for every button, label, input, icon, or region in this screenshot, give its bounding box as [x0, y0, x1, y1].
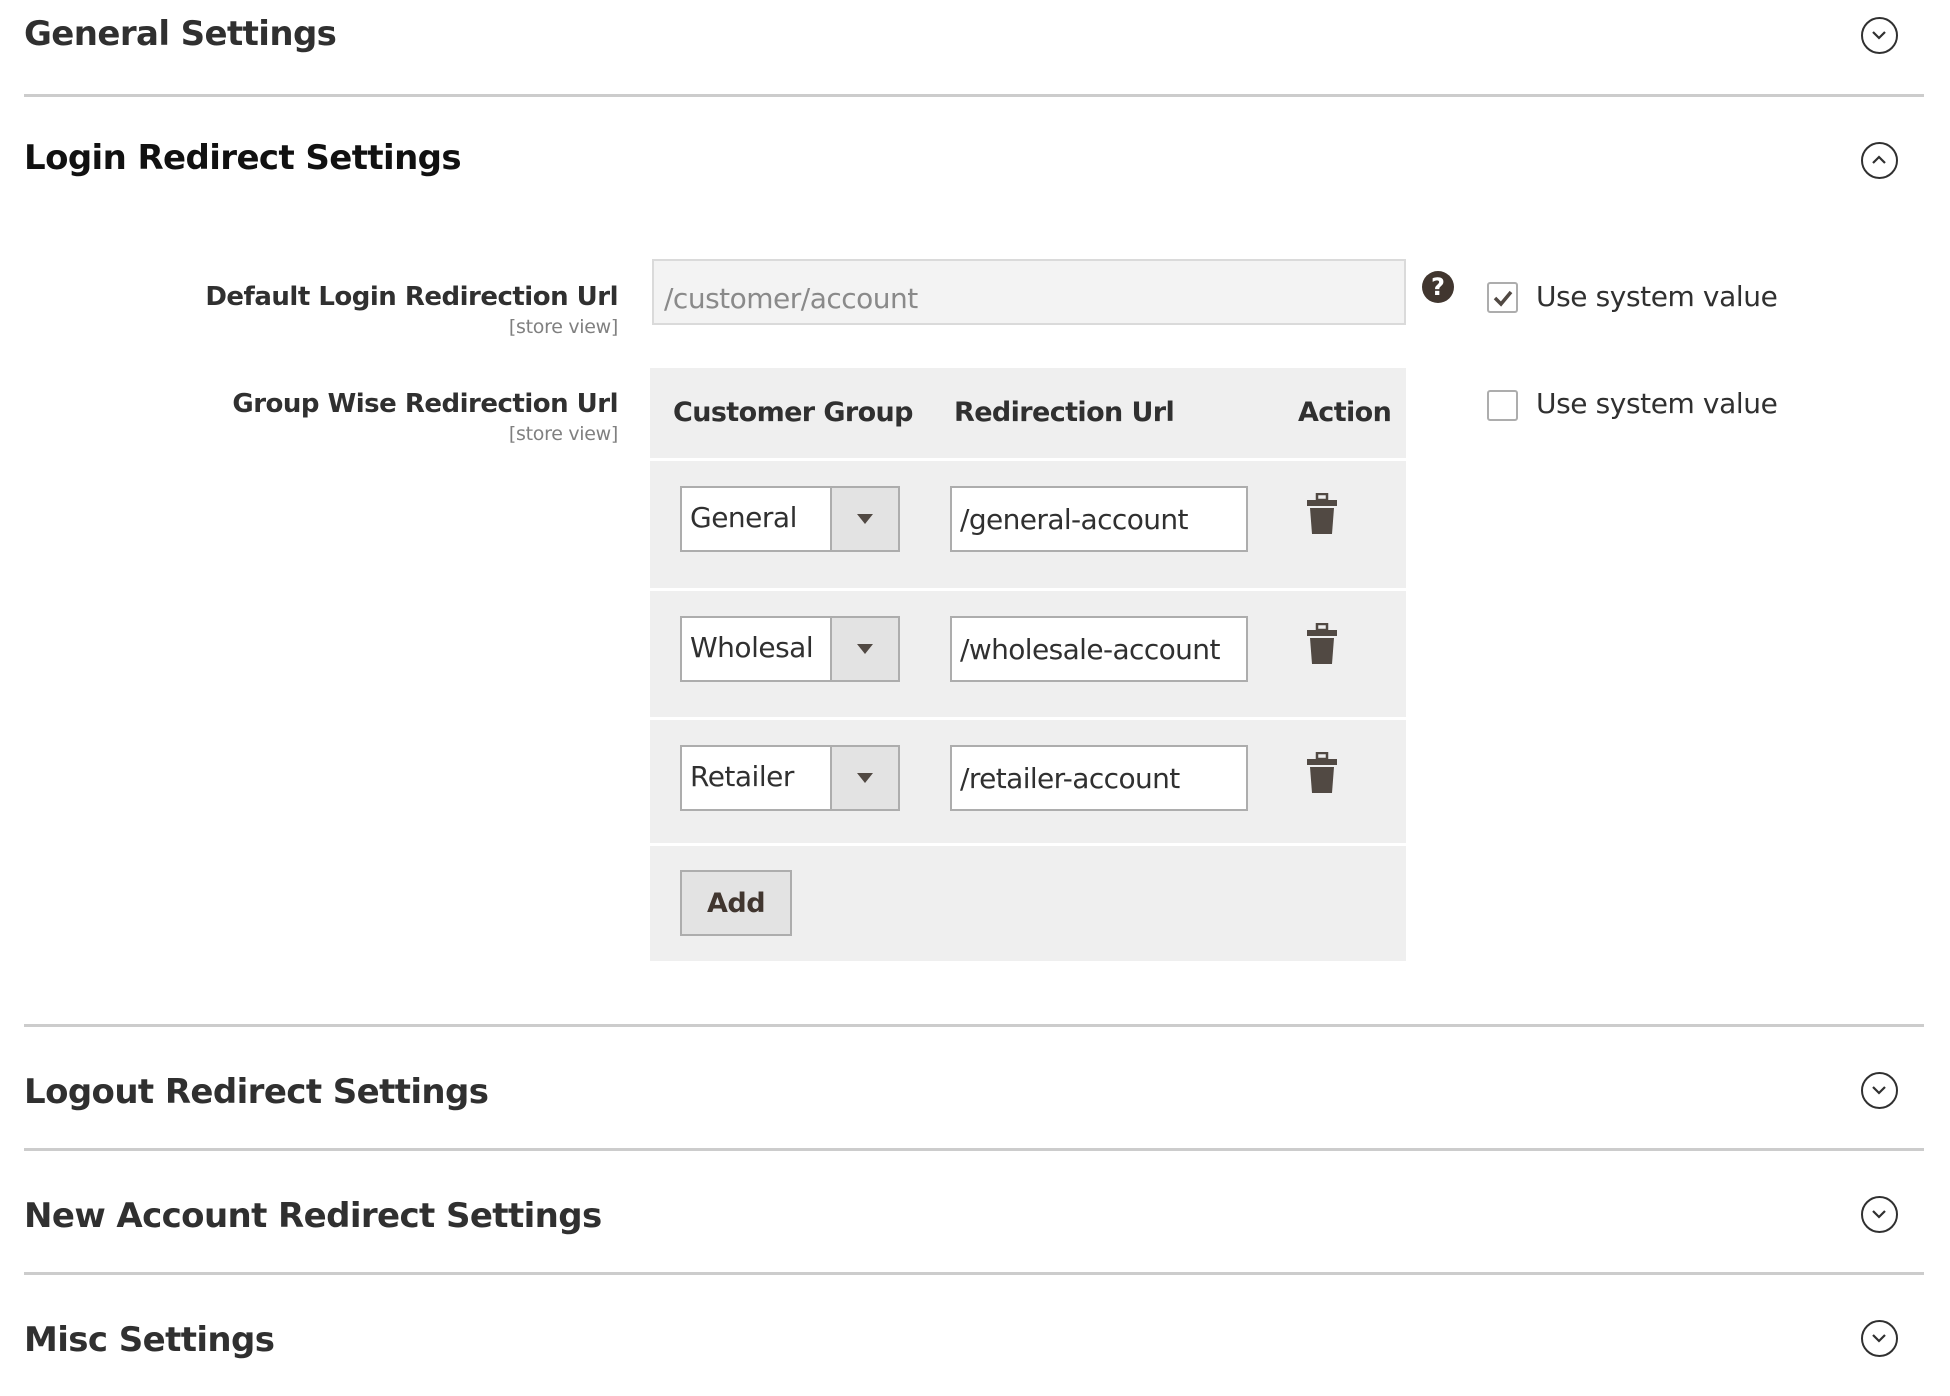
group-redirect-grid: Customer Group Redirection Url Action Ge… — [650, 368, 1406, 961]
default-login-url-input[interactable] — [652, 259, 1406, 325]
dropdown-button[interactable] — [830, 747, 898, 809]
customer-group-select[interactable]: Wholesal — [680, 616, 900, 682]
trash-icon[interactable] — [1307, 493, 1337, 535]
caret-down-icon — [857, 514, 873, 524]
default-login-url-scope: [store view] — [508, 316, 618, 338]
chevron-down-circle-icon[interactable] — [1861, 1072, 1898, 1109]
customer-group-select[interactable]: General — [680, 486, 900, 552]
customer-group-value: Retailer — [690, 763, 794, 791]
column-header-redirection-url: Redirection Url — [954, 397, 1175, 428]
section-divider — [24, 1148, 1924, 1151]
add-row-button[interactable]: Add — [680, 870, 792, 936]
chevron-up-circle-icon[interactable] — [1861, 142, 1898, 179]
table-row: General — [650, 461, 1406, 588]
section-title-login-redirect-settings[interactable]: Login Redirect Settings — [24, 141, 462, 175]
default-login-url-label: Default Login Redirection Url — [205, 282, 618, 312]
section-divider — [24, 1272, 1924, 1275]
section-title-new-account-redirect-settings[interactable]: New Account Redirect Settings — [24, 1199, 602, 1233]
group-wise-use-system-value-label[interactable]: Use system value — [1536, 390, 1778, 418]
redirection-url-input[interactable] — [950, 745, 1248, 811]
redirection-url-input[interactable] — [950, 616, 1248, 682]
trash-icon[interactable] — [1307, 623, 1337, 665]
group-wise-use-system-value-checkbox[interactable] — [1487, 390, 1518, 421]
dropdown-button[interactable] — [830, 618, 898, 680]
redirection-url-input[interactable] — [950, 486, 1248, 552]
customer-group-value: Wholesal — [690, 634, 814, 662]
section-title-logout-redirect-settings[interactable]: Logout Redirect Settings — [24, 1075, 489, 1109]
customer-group-select[interactable]: Retailer — [680, 745, 900, 811]
default-url-use-system-value-label[interactable]: Use system value — [1536, 283, 1778, 311]
section-title-general-settings[interactable]: General Settings — [24, 17, 337, 51]
table-row: Retailer — [650, 720, 1406, 847]
default-url-use-system-value-checkbox[interactable] — [1487, 282, 1518, 313]
chevron-down-circle-icon[interactable] — [1861, 1196, 1898, 1233]
section-divider — [24, 1024, 1924, 1027]
group-wise-url-scope: [store view] — [508, 423, 618, 445]
grid-footer: Add — [650, 846, 1406, 973]
section-divider — [24, 94, 1924, 97]
table-row: Wholesal — [650, 591, 1406, 718]
chevron-down-circle-icon[interactable] — [1861, 17, 1898, 54]
grid-header: Customer Group Redirection Url Action — [650, 368, 1406, 458]
dropdown-button[interactable] — [830, 488, 898, 550]
checkmark-icon — [1493, 290, 1513, 307]
chevron-down-circle-icon[interactable] — [1861, 1320, 1898, 1357]
caret-down-icon — [857, 644, 873, 654]
column-header-customer-group: Customer Group — [673, 397, 914, 428]
group-wise-url-label: Group Wise Redirection Url — [232, 389, 618, 419]
section-title-misc-settings[interactable]: Misc Settings — [24, 1323, 275, 1357]
trash-icon[interactable] — [1307, 752, 1337, 794]
customer-group-value: General — [690, 504, 797, 532]
question-circle-icon[interactable]: ? — [1422, 271, 1454, 303]
caret-down-icon — [857, 773, 873, 783]
column-header-action: Action — [1298, 397, 1392, 428]
